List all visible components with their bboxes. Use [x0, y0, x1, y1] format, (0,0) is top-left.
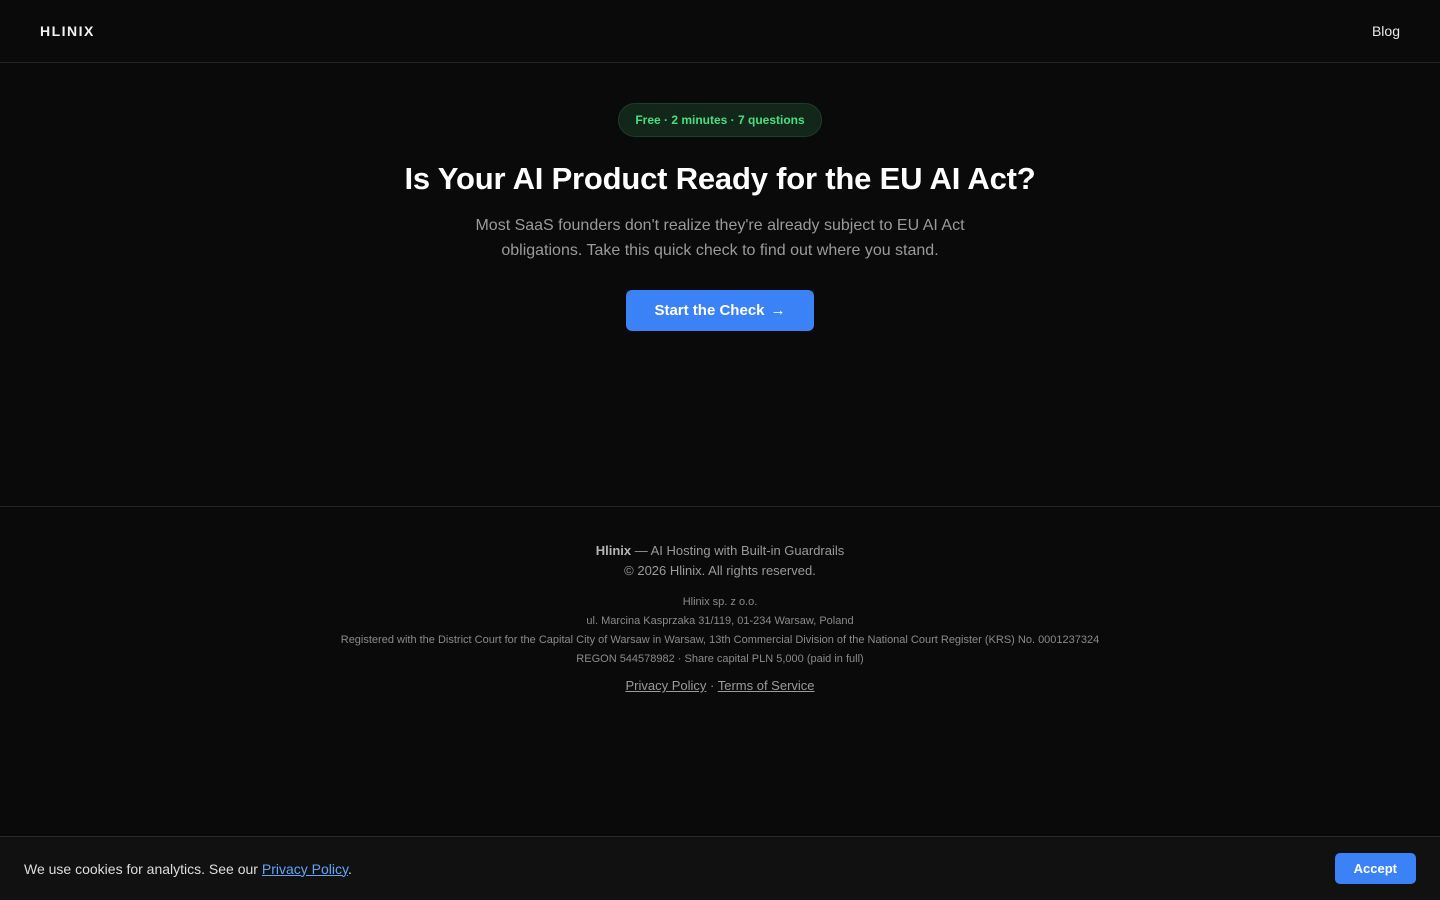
footer-registration: Registered with the District Court for t…: [340, 634, 1100, 646]
cookie-banner: We use cookies for analytics. See our Pr…: [0, 836, 1440, 900]
cookie-text: We use cookies for analytics. See our: [24, 860, 262, 877]
start-check-button[interactable]: Start the Check →: [626, 290, 814, 331]
cookie-message: We use cookies for analytics. See our Pr…: [24, 861, 352, 877]
footer-tagline-text: — AI Hosting with Built-in Guardrails: [631, 543, 845, 558]
hero-section: Free · 2 minutes · 7 questions Is Your A…: [0, 63, 1440, 506]
footer-legal: Hlinix sp. z o.o. ul. Marcina Kasprzaka …: [341, 593, 1100, 669]
privacy-policy-link[interactable]: Privacy Policy: [625, 678, 706, 693]
start-check-label: Start the Check: [654, 302, 765, 319]
cookie-suffix: .: [347, 860, 352, 877]
footer-tagline: Hlinix — AI Hosting with Built-in Guardr…: [596, 541, 845, 561]
page: HLINIX Blog Free · 2 minutes · 7 questio…: [0, 0, 1440, 900]
footer-link-separator: ·: [706, 678, 718, 693]
top-nav: HLINIX Blog: [0, 0, 1440, 63]
terms-of-service-link[interactable]: Terms of Service: [718, 678, 815, 693]
hero-badge: Free · 2 minutes · 7 questions: [618, 103, 822, 137]
cookie-privacy-link[interactable]: Privacy Policy: [262, 861, 348, 877]
footer-brand: Hlinix: [595, 543, 632, 558]
nav-link-blog[interactable]: Blog: [1372, 23, 1400, 39]
hero-subtitle: Most SaaS founders don't realize they're…: [475, 217, 965, 259]
footer: Hlinix — AI Hosting with Built-in Guardr…: [0, 506, 1440, 693]
footer-copyright: © 2026 Hlinix. All rights reserved.: [624, 563, 816, 578]
footer-address: ul. Marcina Kasprzaka 31/119, 01-234 War…: [586, 615, 854, 627]
footer-company: Hlinix sp. z o.o.: [682, 596, 758, 608]
footer-regon: REGON 544578982 · Share capital PLN 5,00…: [576, 653, 864, 665]
footer-links: Privacy Policy · Terms of Service: [625, 678, 814, 693]
logo[interactable]: HLINIX: [40, 23, 95, 39]
arrow-right-icon: →: [770, 302, 786, 319]
accept-cookies-button[interactable]: Accept: [1334, 853, 1416, 884]
hero-title: Is Your AI Product Ready for the EU AI A…: [404, 161, 1036, 196]
